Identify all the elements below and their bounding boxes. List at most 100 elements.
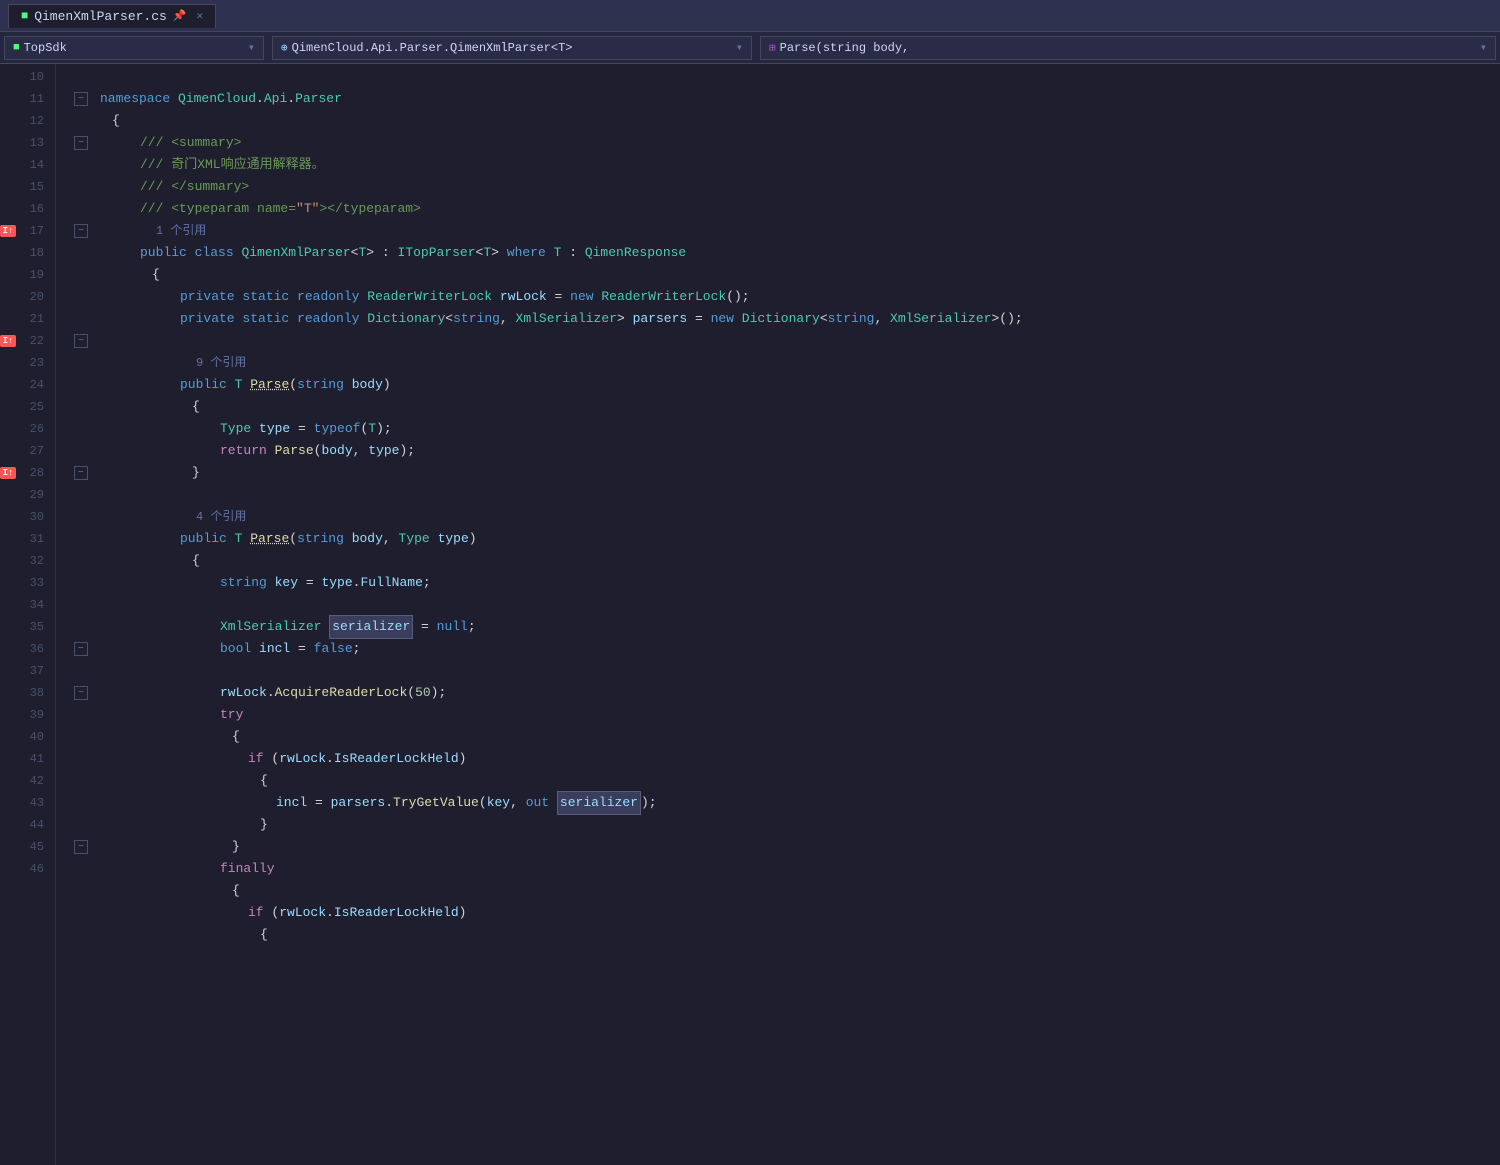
gutter-row-21: 21 xyxy=(0,308,55,330)
scope-dropdown-2[interactable]: ⊕ QimenCloud.Api.Parser.QimenXmlParser<T… xyxy=(272,36,752,60)
code-line-11: namespace QimenCloud . Api . Parser xyxy=(100,88,1500,110)
gutter-row-35: 35 xyxy=(0,616,55,638)
gutter-row-36: 36 xyxy=(0,638,55,660)
bp-17[interactable]: I↑ xyxy=(0,225,16,237)
class-name: QimenXmlParser xyxy=(241,242,350,264)
bp-22[interactable]: I↑ xyxy=(0,335,16,347)
fold-27 xyxy=(64,440,100,462)
fold-40 xyxy=(64,726,100,748)
code-line-37: { xyxy=(100,726,1500,748)
gutter-row-20: 20 xyxy=(0,286,55,308)
fold-icon-11[interactable]: − xyxy=(74,92,88,106)
fold-21 xyxy=(64,308,100,330)
ref-count-method1: 9 个引用 xyxy=(100,352,1500,374)
nav-bar: ■ TopSdk ▾ ⊕ QimenCloud.Api.Parser.Qimen… xyxy=(0,32,1500,64)
code-line-19: private static readonly ReaderWriterLock… xyxy=(100,286,1500,308)
gutter-row-33: 33 xyxy=(0,572,55,594)
fold-45[interactable]: − xyxy=(64,836,100,858)
fold-14 xyxy=(64,154,100,176)
fold-34 xyxy=(64,594,100,616)
fold-44 xyxy=(64,814,100,836)
code-line-20: private static readonly Dictionary < str… xyxy=(100,308,1500,330)
fold-icon-28[interactable]: − xyxy=(74,466,88,480)
gutter-row-17: I↑ 17 xyxy=(0,220,55,242)
fold-25 xyxy=(64,396,100,418)
gutter-row-40: 40 xyxy=(0,726,55,748)
dropdown-arrow-2: ▾ xyxy=(736,40,743,55)
code-line-44: { xyxy=(100,880,1500,902)
fold-icon-38[interactable]: − xyxy=(74,686,88,700)
gutter-row-34: 34 xyxy=(0,594,55,616)
gutter-row-12: 12 xyxy=(0,110,55,132)
fold-icon-13[interactable]: − xyxy=(74,136,88,150)
title-bar: ■ QimenXmlParser.cs 📌 ✕ xyxy=(0,0,1500,32)
fold-28[interactable]: − xyxy=(64,462,100,484)
comment-chinese: /// 奇门XML响应通用解释器。 xyxy=(140,154,325,176)
fold-36[interactable]: − xyxy=(64,638,100,660)
dropdown-arrow-1: ▾ xyxy=(248,40,255,55)
fold-17[interactable]: − xyxy=(64,220,100,242)
scope-dropdown-3[interactable]: ⊞ Parse(string body, ▾ xyxy=(760,36,1496,60)
code-line-42: } xyxy=(100,836,1500,858)
scope-text-1: TopSdk xyxy=(24,41,67,55)
fold-22[interactable]: − xyxy=(64,330,100,352)
code-line-26: } xyxy=(100,462,1500,484)
fold-30 xyxy=(64,506,100,528)
gutter-row-42: 42 xyxy=(0,770,55,792)
gutter-row-41: 41 xyxy=(0,748,55,770)
gutter-row-27: 27 xyxy=(0,440,55,462)
code-line-23: { xyxy=(100,396,1500,418)
fold-icon-22[interactable]: − xyxy=(74,334,88,348)
code-line-21 xyxy=(100,330,1500,352)
bp-28[interactable]: I↑ xyxy=(0,467,16,479)
code-line-12: { xyxy=(100,110,1500,132)
active-tab[interactable]: ■ QimenXmlParser.cs 📌 ✕ xyxy=(8,4,216,28)
keyword-namespace: namespace xyxy=(100,88,170,110)
gutter-row-43: 43 xyxy=(0,792,55,814)
fold-18 xyxy=(64,242,100,264)
gutter-row-22: I↑ 22 xyxy=(0,330,55,352)
gutter-row-30: 30 xyxy=(0,506,55,528)
dropdown-arrow-3: ▾ xyxy=(1480,40,1487,55)
code-line-43: finally xyxy=(100,858,1500,880)
fold-16 xyxy=(64,198,100,220)
keyword-class: class xyxy=(195,242,234,264)
gutter-row-24: 24 xyxy=(0,374,55,396)
fold-43 xyxy=(64,792,100,814)
fold-icon-36[interactable]: − xyxy=(74,642,88,656)
code-line-33: bool incl = false ; xyxy=(100,638,1500,660)
fold-11[interactable]: − xyxy=(64,88,100,110)
fold-icon-45[interactable]: − xyxy=(74,840,88,854)
code-editor: 10 11 12 13 14 15 16 I↑ xyxy=(0,64,1500,1165)
fold-icon-17[interactable]: − xyxy=(74,224,88,238)
fold-38[interactable]: − xyxy=(64,682,100,704)
gutter-row-37: 37 xyxy=(0,660,55,682)
breakpoint-badge-17: I↑ xyxy=(0,225,16,237)
gutter-row-10: 10 xyxy=(0,66,55,88)
gutter-row-38: 38 xyxy=(0,682,55,704)
fold-26 xyxy=(64,418,100,440)
fold-32 xyxy=(64,550,100,572)
code-line-17: public class QimenXmlParser < T > : ITop… xyxy=(100,242,1500,264)
code-content[interactable]: − − − − xyxy=(56,64,1500,1165)
scope-dropdown-1[interactable]: ■ TopSdk ▾ xyxy=(4,36,264,60)
fold-37 xyxy=(64,660,100,682)
fold-markers: − − − − xyxy=(64,66,100,946)
gutter-row-45: 45 xyxy=(0,836,55,858)
gutter-row-25: 25 xyxy=(0,396,55,418)
highlight-serializer-1: serializer xyxy=(329,615,413,639)
fold-39 xyxy=(64,704,100,726)
code-line-18: { xyxy=(100,264,1500,286)
gutter-row-14: 14 xyxy=(0,154,55,176)
code-line-25: return Parse ( body , type ); xyxy=(100,440,1500,462)
code-line-16: /// <typeparam name= "T" ></typeparam> xyxy=(100,198,1500,220)
code-line-38: if ( rwLock . IsReaderLockHeld ) xyxy=(100,748,1500,770)
fold-46 xyxy=(64,858,100,880)
ref-count-class: 1 个引用 xyxy=(100,220,1500,242)
fold-13[interactable]: − xyxy=(64,132,100,154)
tab-close-button[interactable]: ✕ xyxy=(197,9,204,23)
code-line-35: rwLock . AcquireReaderLock ( 50 ); xyxy=(100,682,1500,704)
breakpoint-badge-22: I↑ xyxy=(0,335,16,347)
scope-icon-2: ⊕ xyxy=(281,41,288,55)
code-line-15: /// </summary> xyxy=(100,176,1500,198)
